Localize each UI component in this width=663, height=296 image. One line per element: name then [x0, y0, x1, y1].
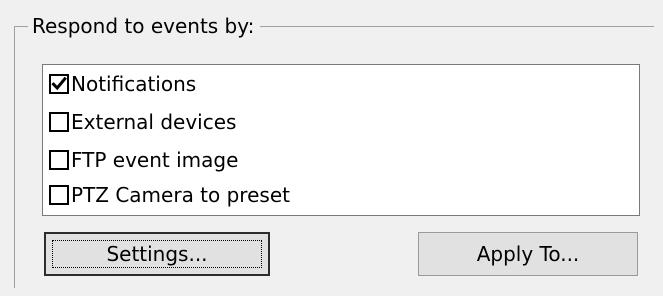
list-item-notifications[interactable]: Notifications: [49, 70, 196, 98]
list-item-external-devices[interactable]: External devices: [49, 108, 236, 136]
focus-rectangle: [52, 240, 262, 268]
checkbox-external-devices[interactable]: [49, 112, 69, 132]
settings-button[interactable]: Settings...: [44, 232, 270, 276]
groupbox-title: Respond to events by:: [28, 13, 261, 39]
apply-to-button[interactable]: Apply To...: [418, 232, 638, 276]
list-item-label: PTZ Camera to preset: [71, 183, 290, 207]
list-item-ftp-event-image[interactable]: FTP event image: [49, 146, 238, 174]
checkbox-ptz-camera-preset[interactable]: [49, 185, 69, 205]
apply-to-button-label: Apply To...: [476, 242, 580, 266]
checkmark-icon: [51, 76, 67, 91]
events-checklist[interactable]: Notifications External devices FTP event…: [42, 64, 640, 216]
list-item-label: Notifications: [71, 72, 197, 96]
checkbox-ftp-event-image[interactable]: [49, 150, 69, 170]
list-item-label: FTP event image: [71, 148, 239, 172]
list-item-label: External devices: [71, 110, 237, 134]
list-item-ptz-camera-preset[interactable]: PTZ Camera to preset: [49, 181, 290, 209]
checkbox-notifications[interactable]: [49, 74, 69, 94]
